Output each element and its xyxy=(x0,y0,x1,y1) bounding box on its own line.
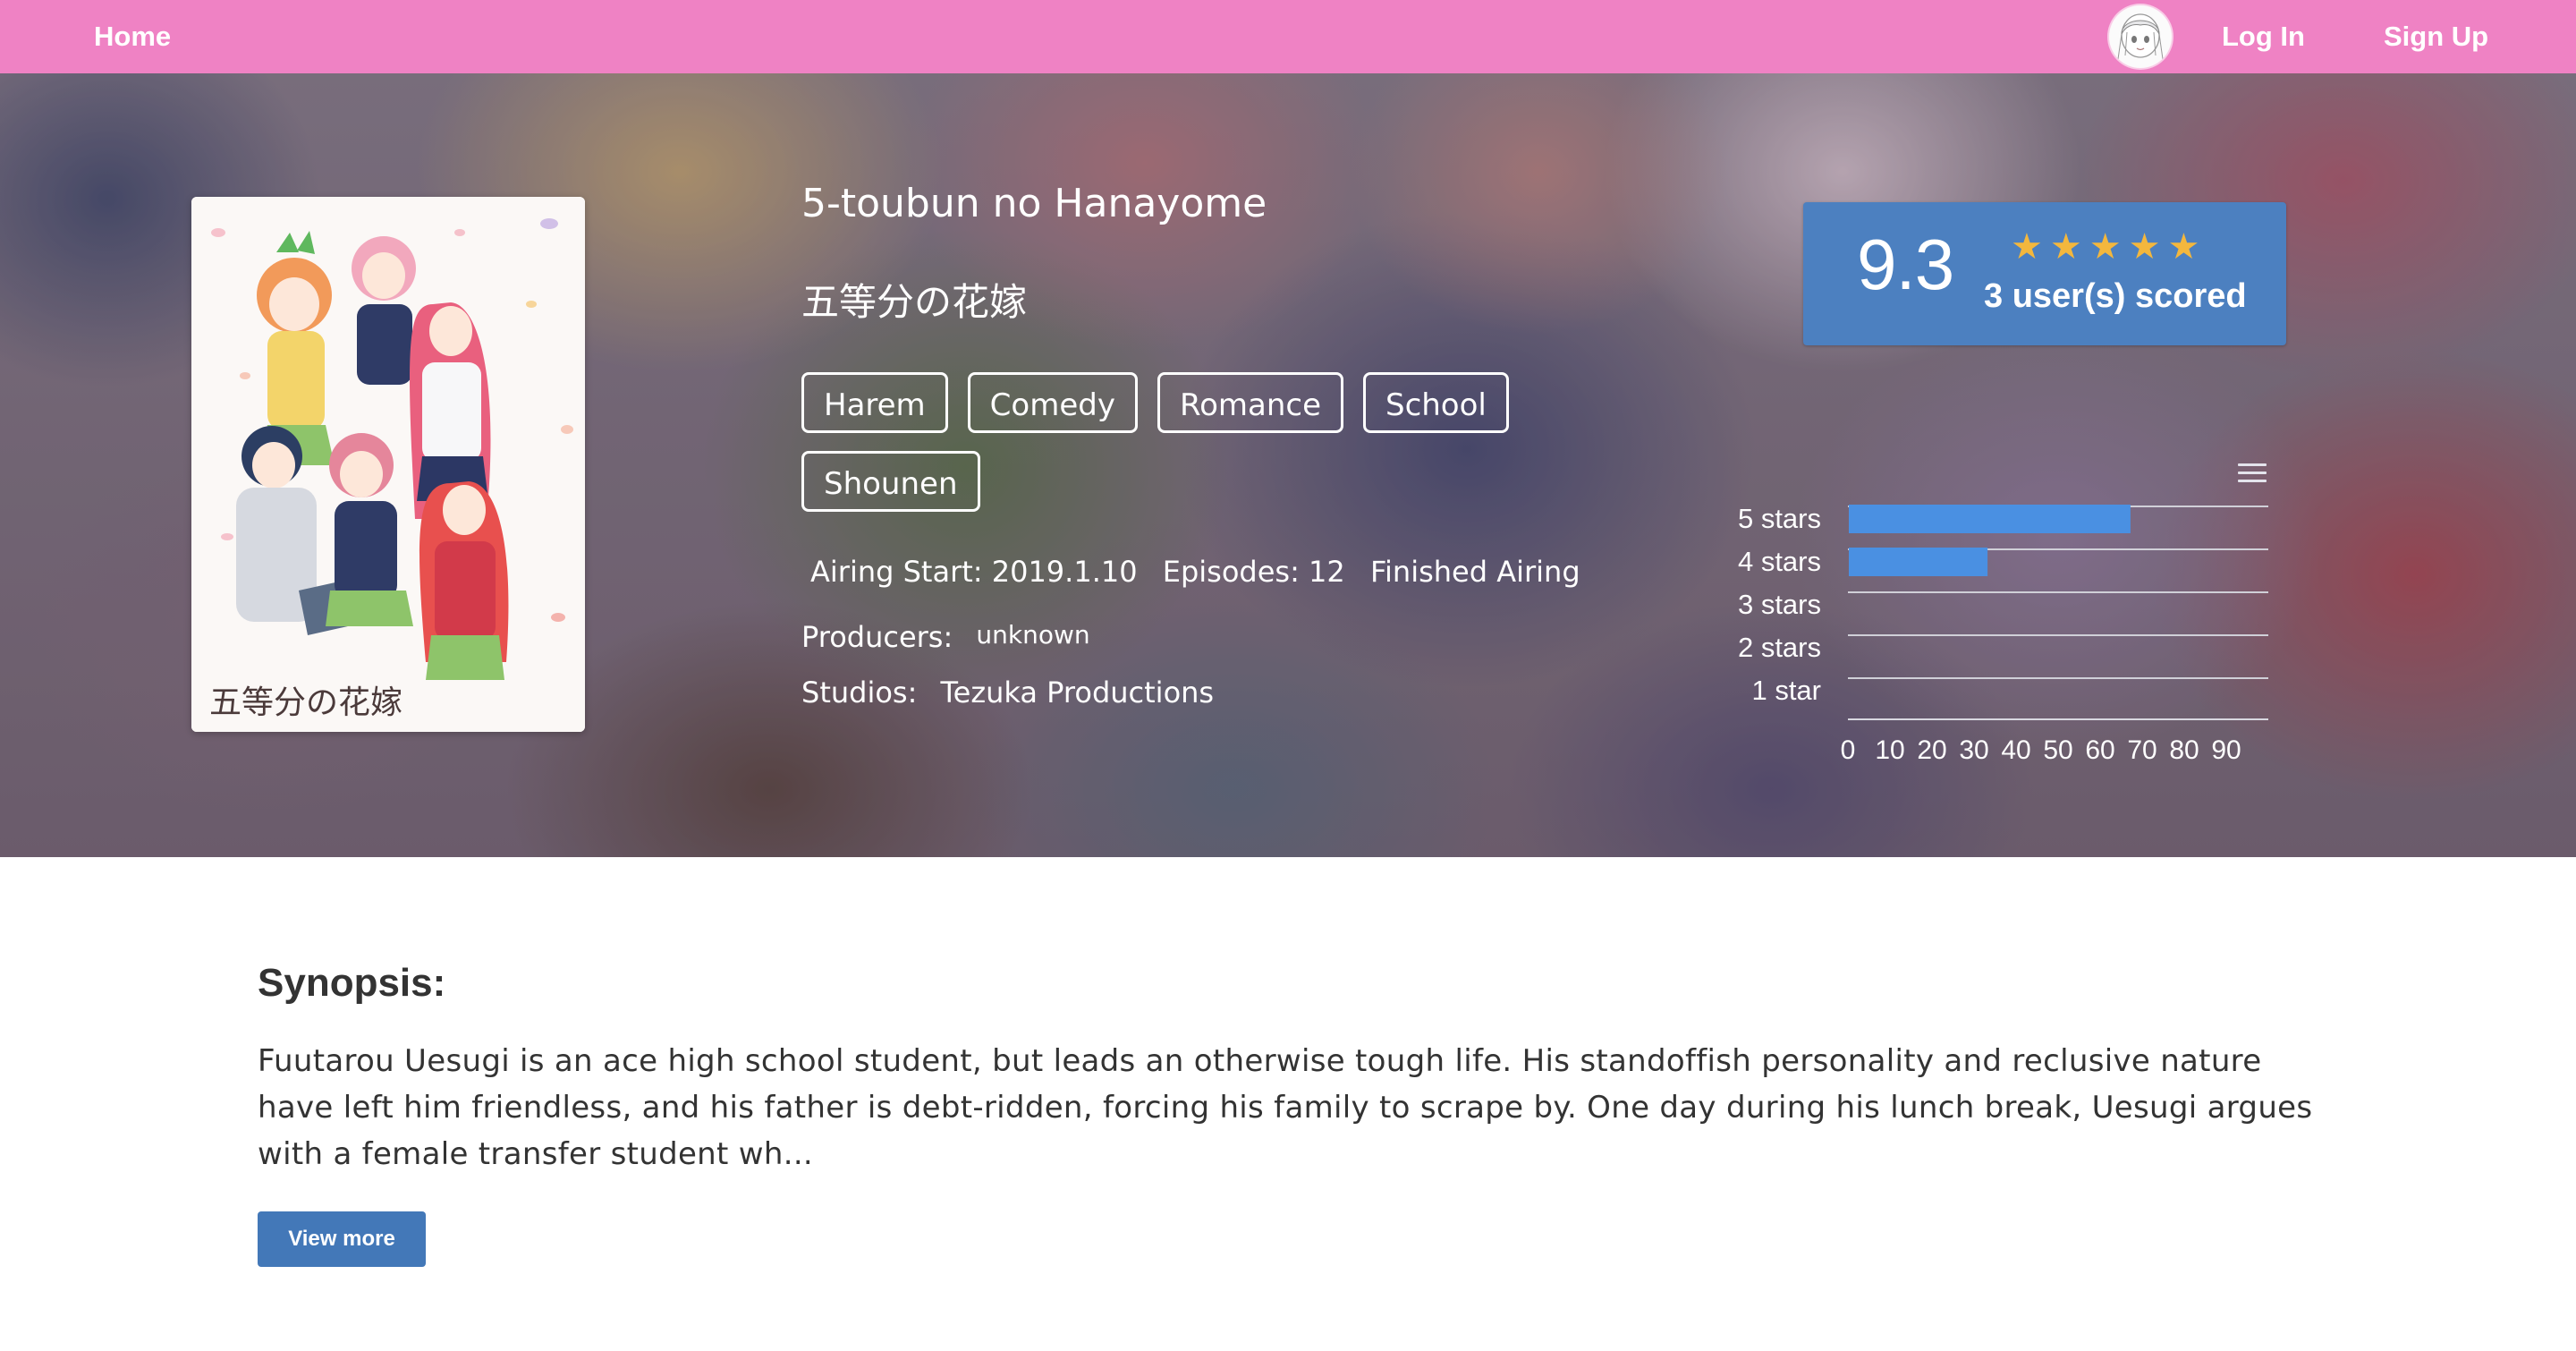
synopsis-heading: Synopsis: xyxy=(258,961,446,1005)
genre-tag-shounen[interactable]: Shounen xyxy=(801,451,980,512)
star-icon: ★ xyxy=(2011,226,2043,268)
chart-bar[interactable] xyxy=(1849,505,2131,533)
nav-login-link[interactable]: Log In xyxy=(2222,0,2305,73)
synopsis-text: Fuutarou Uesugi is an ace high school st… xyxy=(258,1043,2313,1172)
star-icon: ★ xyxy=(2089,226,2122,268)
chart-category-label: 1 star xyxy=(1751,675,1821,706)
star-icon: ★ xyxy=(2167,226,2200,268)
chart-x-tick-label: 0 xyxy=(1841,735,1856,765)
average-score: 9.3 xyxy=(1857,225,1954,304)
chart-x-tick-label: 50 xyxy=(2043,735,2072,765)
chart-category-label: 4 stars xyxy=(1738,546,1821,577)
top-navbar: Home Log In Sign Up xyxy=(0,0,2576,73)
nav-signup-link[interactable]: Sign Up xyxy=(2384,0,2488,73)
producers-value: unknown xyxy=(976,620,1090,650)
poster-caption: 五等分の花嫁 xyxy=(209,684,403,721)
genre-tag-list: Harem Comedy Romance School Shounen xyxy=(801,372,1553,512)
star-icon: ★ xyxy=(2128,226,2161,268)
score-user-count: 3 user(s) scored xyxy=(1984,277,2247,315)
genre-tag-harem[interactable]: Harem xyxy=(801,372,948,433)
score-card: 9.3 ★ ★ ★ ★ ★ 3 user(s) scored xyxy=(1803,202,2286,345)
rating-distribution-chart: 5 stars 4 stars 3 stars 2 stars 1 star 0 10 20 3… xyxy=(1699,449,2290,789)
airing-start: Airing Start: 2019.1.10 xyxy=(810,555,1138,589)
chart-category-label: 3 stars xyxy=(1738,589,1821,620)
chart-x-tick-label: 40 xyxy=(2001,735,2030,765)
studios-value: Tezuka Productions xyxy=(940,676,1215,709)
genre-tag-school[interactable]: School xyxy=(1362,372,1509,433)
airing-info: Airing Start: 2019.1.10 Episodes: 12 Fin… xyxy=(810,555,1597,589)
anime-poster: 五等分の花嫁 xyxy=(191,197,585,732)
genre-tag-romance[interactable]: Romance xyxy=(1157,372,1343,433)
view-more-button[interactable]: View more xyxy=(258,1211,426,1267)
producers-row: Producers: unknown xyxy=(801,620,1090,654)
chart-bar[interactable] xyxy=(1849,548,1988,576)
user-avatar-icon[interactable] xyxy=(2109,5,2172,68)
anime-hero-banner: 五等分の花嫁 5-toubun no Hanayome 五等分の花嫁 Harem… xyxy=(0,73,2576,857)
star-icon: ★ xyxy=(2049,226,2082,268)
anime-title-english: 5-toubun no Hanayome xyxy=(801,181,1267,226)
chart-x-tick-label: 70 xyxy=(2127,735,2157,765)
chart-category-label: 2 stars xyxy=(1738,632,1821,663)
nav-home-link[interactable]: Home xyxy=(94,0,171,73)
chart-x-tick-label: 80 xyxy=(2169,735,2199,765)
producers-label: Producers: xyxy=(801,620,953,654)
genre-tag-comedy[interactable]: Comedy xyxy=(967,372,1138,433)
score-stars: ★ ★ ★ ★ ★ xyxy=(2011,229,2199,265)
anime-title-japanese: 五等分の花嫁 xyxy=(801,280,1028,324)
chart-x-tick-label: 90 xyxy=(2211,735,2241,765)
chart-x-tick-label: 30 xyxy=(1959,735,1988,765)
studios-row: Studios: Tezuka Productions xyxy=(801,676,1214,709)
chart-x-tick-label: 10 xyxy=(1875,735,1904,765)
studios-label: Studios: xyxy=(801,676,918,709)
hamburger-menu-icon[interactable] xyxy=(2238,463,2267,485)
airing-status: Finished Airing xyxy=(1369,555,1580,589)
chart-category-label: 5 stars xyxy=(1738,503,1821,534)
chart-x-tick-label: 60 xyxy=(2085,735,2114,765)
rating-chart-svg: 5 stars 4 stars 3 stars 2 stars 1 star 0 10 20 3… xyxy=(1738,503,2268,765)
chart-x-tick-label: 20 xyxy=(1917,735,1946,765)
episode-count: Episodes: 12 xyxy=(1162,555,1345,589)
